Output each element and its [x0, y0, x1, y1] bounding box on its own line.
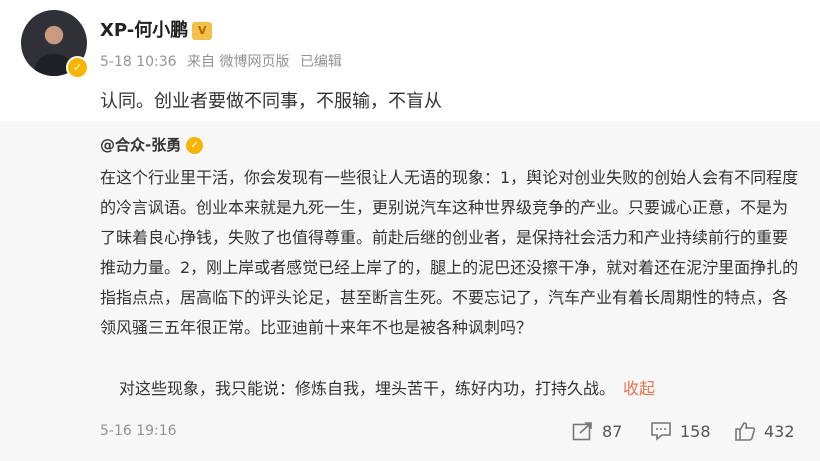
verified-icon: ✓	[66, 56, 89, 79]
share-button[interactable]: 87	[572, 421, 622, 441]
post-date[interactable]: 5-18 10:36	[100, 54, 177, 70]
like-count: 432	[764, 421, 795, 441]
post-text: 认同。创业者要做不同事，不服输，不盲从	[100, 91, 442, 112]
retweet-date[interactable]: 5-16 19:16	[100, 423, 177, 439]
like-button[interactable]: 432	[734, 421, 795, 441]
comment-button[interactable]: 158	[650, 421, 711, 441]
comment-count: 158	[680, 421, 711, 441]
collapse-link[interactable]: 收起	[623, 379, 655, 398]
post-edited[interactable]: 已编辑	[300, 54, 342, 70]
weibo-post-card: ✓ XP-何小鹏 V 5-18 10:36 来自 微博网页版 已编辑 认同。创业者…	[0, 0, 820, 461]
retweet-text: 在这个行业里干活，你会发现有一些很让人无语的现象：1，舆论对创业失败的创始人会有…	[100, 168, 799, 337]
comment-icon	[651, 422, 671, 441]
share-icon	[572, 422, 592, 441]
retweet-box: @合众-张勇 ✓ 在这个行业里干活，你会发现有一些很让人无语的现象：1，舆论对创业…	[0, 121, 820, 461]
share-count: 87	[602, 421, 623, 441]
post-meta: 5-18 10:36 来自 微博网页版 已编辑	[100, 51, 348, 71]
retweet-last-line: 对这些现象，我只能说：修炼自我，埋头苦干，练好内功，打持久战。 收起	[119, 379, 656, 398]
verified-icon: ✓	[186, 137, 204, 154]
member-crown-icon: V	[192, 22, 213, 40]
thumbs-up-icon	[735, 422, 756, 441]
post-source: 来自 微博网页版	[187, 54, 290, 70]
author-name[interactable]: XP-何小鹏 V	[100, 16, 213, 42]
retweet-author[interactable]: @合众-张勇 ✓	[100, 134, 204, 155]
